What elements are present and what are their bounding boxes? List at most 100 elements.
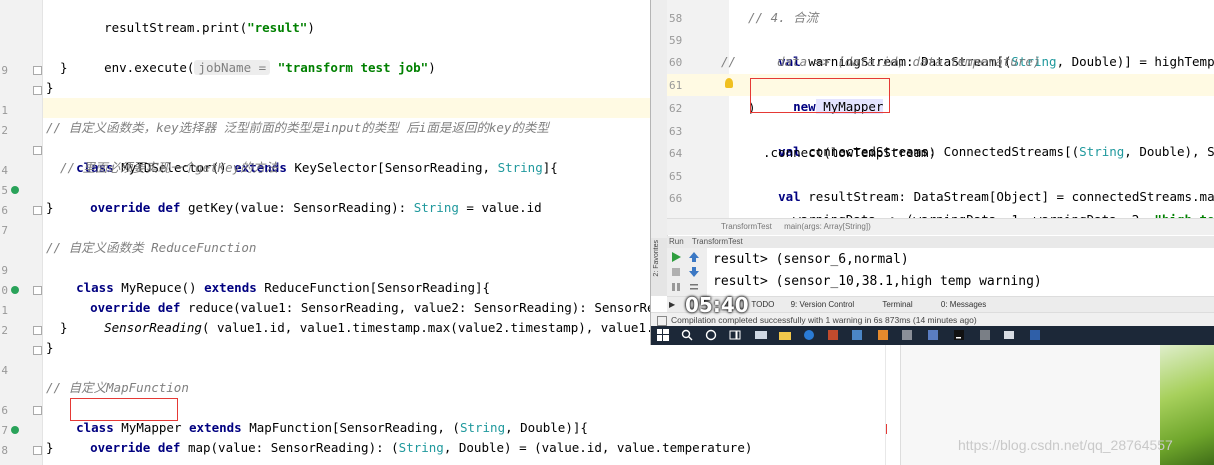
code-line: val connectedStreams: ConnectedStreams[(… bbox=[748, 119, 1214, 159]
fold-icon[interactable] bbox=[33, 206, 42, 215]
line-number: 8 bbox=[1, 444, 8, 457]
favorites-strip[interactable]: 2: Favorites bbox=[651, 238, 667, 296]
app-icon[interactable] bbox=[901, 329, 913, 341]
wrap-icon[interactable] bbox=[689, 282, 699, 292]
run-tool-buttons bbox=[667, 248, 708, 296]
line-number: 64 bbox=[669, 147, 683, 160]
app-icon[interactable] bbox=[979, 329, 991, 341]
parameter-hint: jobName = bbox=[194, 60, 271, 75]
fold-icon[interactable] bbox=[33, 406, 42, 415]
code-line: } bbox=[60, 320, 68, 335]
fold-icon[interactable] bbox=[33, 346, 42, 355]
line-number: 7 bbox=[1, 424, 8, 437]
app-icon[interactable] bbox=[1003, 329, 1015, 341]
line-number: 61 bbox=[669, 79, 683, 92]
app-icon[interactable] bbox=[755, 329, 767, 341]
code-text: ]{ bbox=[542, 160, 558, 175]
line-number: 58 bbox=[669, 12, 683, 25]
run-console-output[interactable]: result> (sensor_6,normal) result> (senso… bbox=[707, 248, 1214, 296]
breadcrumb-method[interactable]: main(args: Array[String]) bbox=[784, 222, 871, 231]
app-icon[interactable] bbox=[851, 329, 863, 341]
code-text: KeySelector[SensorReading, bbox=[286, 160, 498, 175]
line-number: 1 bbox=[1, 104, 8, 117]
line-number: 7 bbox=[1, 224, 8, 237]
app-icon[interactable] bbox=[1029, 329, 1041, 341]
lightbulb-icon[interactable] bbox=[725, 78, 733, 88]
fold-icon[interactable] bbox=[33, 286, 42, 295]
tab-terminal[interactable]: Terminal bbox=[882, 300, 912, 309]
keyword: override def bbox=[90, 200, 181, 215]
code-text: = value.id bbox=[458, 200, 542, 215]
console-line: result> (sensor_10,38.1,high temp warnin… bbox=[713, 274, 1042, 289]
code-line: resultStream.print("result") bbox=[74, 0, 315, 35]
app-icon[interactable] bbox=[877, 329, 889, 341]
override-marker-icon[interactable] bbox=[11, 286, 19, 294]
app-icon[interactable] bbox=[927, 329, 939, 341]
app-icon[interactable] bbox=[827, 329, 839, 341]
code-line: class MyIDSelector() extends KeySelector… bbox=[46, 138, 558, 175]
line-number: 5 bbox=[1, 184, 8, 197]
fold-icon[interactable] bbox=[33, 66, 42, 75]
code-comment: // 4. 合流 bbox=[748, 10, 819, 25]
keyword: override def bbox=[90, 440, 181, 455]
stop-icon[interactable] bbox=[671, 267, 681, 277]
fold-icon[interactable] bbox=[33, 446, 42, 455]
status-icon[interactable] bbox=[657, 315, 667, 326]
pause-icon[interactable] bbox=[671, 282, 681, 292]
favorites-tab[interactable]: 2: Favorites bbox=[653, 240, 660, 277]
rerun-icon[interactable] bbox=[671, 252, 681, 262]
intellij-icon[interactable] bbox=[953, 329, 965, 341]
code-comment: // 自定义函数类 ReduceFunction bbox=[46, 240, 257, 255]
tool-window-tabs: ▶ TODO 9: Version Control Terminal 0: Me… bbox=[667, 296, 1214, 313]
type-name: String bbox=[1079, 144, 1125, 159]
code-text: resultStream.print( bbox=[104, 20, 248, 35]
fold-icon[interactable] bbox=[33, 86, 42, 95]
tab-version-control[interactable]: 9: Version Control bbox=[791, 300, 855, 309]
code-line: override def reduce(value1: SensorReadin… bbox=[60, 278, 722, 315]
code-line: } bbox=[46, 440, 54, 455]
code-text: , Double), SensorRe bbox=[1124, 144, 1214, 159]
breadcrumb-class[interactable]: TransformTest bbox=[721, 222, 772, 231]
line-number: 4 bbox=[1, 164, 8, 177]
code-text: , Double) = (value.id, value.temperature… bbox=[443, 440, 753, 455]
run-label: Run bbox=[669, 237, 684, 246]
code-line: } bbox=[46, 80, 54, 95]
fold-icon[interactable] bbox=[33, 146, 42, 155]
run-toolbar[interactable]: Run TransformTest bbox=[667, 236, 1214, 248]
down-arrow-icon[interactable] bbox=[689, 267, 699, 277]
line-number: 4 bbox=[1, 364, 8, 377]
cortana-icon[interactable] bbox=[705, 329, 717, 341]
override-marker-icon[interactable] bbox=[11, 186, 19, 194]
code-line: val resultStream: DataStream[Object] = c… bbox=[748, 164, 1214, 204]
code-line: .connect(lowTempStream) bbox=[763, 145, 937, 160]
override-marker-icon[interactable] bbox=[11, 426, 19, 434]
fold-icon[interactable] bbox=[33, 326, 42, 335]
code-text: map(value: SensorReading): ( bbox=[180, 440, 399, 455]
line-number: 1 bbox=[1, 304, 8, 317]
windows-start-icon[interactable] bbox=[657, 329, 669, 341]
line-number: 2 bbox=[1, 324, 8, 337]
type-name: String bbox=[398, 440, 444, 455]
run-tab[interactable]: TransformTest bbox=[692, 237, 743, 246]
line-number: 2 bbox=[1, 124, 8, 137]
structure-strip[interactable] bbox=[651, 0, 668, 238]
string-literal: "transform test job" bbox=[277, 60, 429, 75]
up-arrow-icon[interactable] bbox=[689, 252, 699, 262]
run-tab-button[interactable]: ▶ bbox=[669, 300, 675, 309]
file-explorer-icon[interactable] bbox=[779, 329, 791, 341]
breadcrumb[interactable]: TransformTest main(args: Array[String]) bbox=[667, 218, 1214, 235]
code-text: ) bbox=[307, 20, 315, 35]
code-line: override def map(value: SensorReading): … bbox=[60, 418, 752, 455]
code-line: val warningStream: DataStream[(String, D… bbox=[748, 29, 1214, 69]
highlight-box-mymapper bbox=[70, 398, 178, 421]
video-timer: 05:40 bbox=[685, 293, 749, 317]
line-number: 66 bbox=[669, 192, 683, 205]
edge-icon[interactable] bbox=[803, 329, 815, 341]
task-view-icon[interactable] bbox=[729, 329, 741, 341]
code-line: SensorReading( value1.id, value1.timesta… bbox=[74, 298, 729, 335]
code-line: env.execute(jobName = "transform test jo… bbox=[74, 38, 436, 75]
line-number: 9 bbox=[1, 264, 8, 277]
search-icon[interactable] bbox=[681, 329, 693, 341]
tab-messages[interactable]: 0: Messages bbox=[941, 300, 986, 309]
tab-todo[interactable]: TODO bbox=[751, 300, 774, 309]
